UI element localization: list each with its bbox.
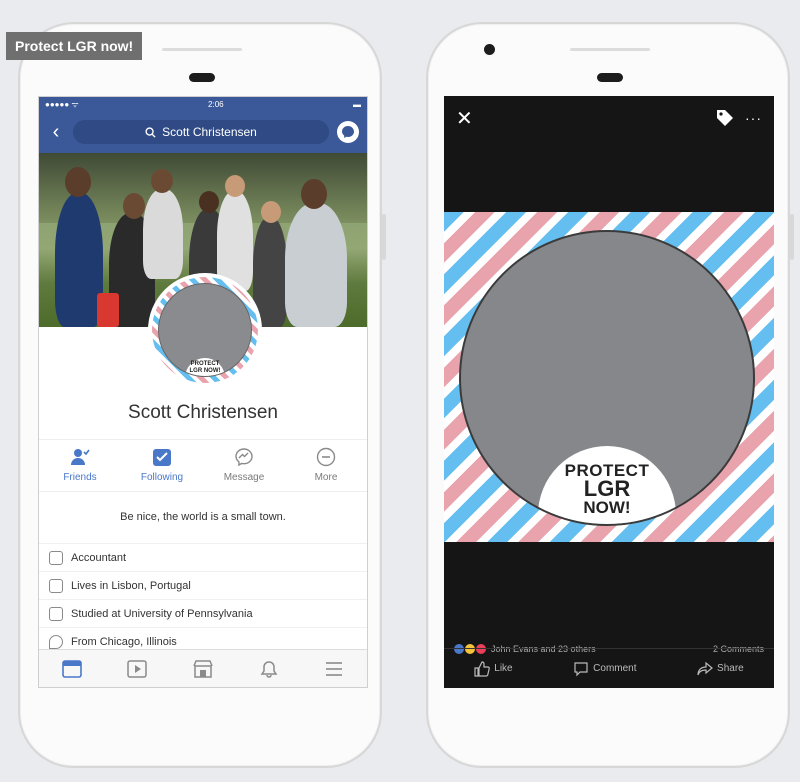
right-phone: ✕ ··· PROTECT LGR NOW! John Evans and 23…: [426, 22, 794, 768]
search-icon: [145, 126, 156, 138]
following-button[interactable]: Following: [127, 446, 197, 483]
cover-person-head: [261, 201, 281, 223]
badge-line-2: LGR: [583, 476, 631, 501]
message-label: Message: [223, 472, 265, 483]
home-icon: [49, 578, 63, 593]
photo-action-bar: Like Comment Share: [444, 648, 774, 688]
friends-icon: [69, 446, 91, 468]
following-icon: [151, 446, 173, 468]
photo-top-bar: ✕ ···: [444, 96, 774, 140]
phone-speaker: [597, 73, 623, 82]
battery-icon: ▬: [352, 99, 361, 109]
phone-side-button: [790, 214, 794, 260]
more-icon: [315, 446, 337, 468]
search-bar[interactable]: Scott Christensen: [73, 120, 329, 144]
phone-camera: [484, 44, 495, 55]
phone-top-line: [570, 48, 650, 51]
close-icon[interactable]: ✕: [456, 106, 473, 131]
cover-red-cooler: [97, 293, 119, 327]
cover-person-head: [151, 169, 173, 193]
more-label: More: [314, 472, 338, 483]
cover-person: [143, 189, 183, 279]
avatar-placeholder: PROTECT LGR NOW!: [158, 283, 252, 377]
cover-person-head: [65, 167, 91, 197]
profile-screen: ●●●●● ᯤ 2:06 ▬ ‹ Scott Christensen PROTE…: [38, 96, 368, 688]
news-feed-icon[interactable]: [61, 659, 83, 678]
protect-lgr-badge: PROTECT LGR NOW!: [538, 446, 676, 524]
info-text: Studied at University of Pennsylvania: [71, 607, 253, 620]
profile-actions: Friends Following Message More: [39, 439, 367, 492]
more-options-icon[interactable]: ···: [745, 110, 762, 126]
like-label: Like: [494, 663, 513, 674]
messenger-icon[interactable]: [337, 121, 359, 143]
status-bar: ●●●●● ᯤ 2:06 ▬: [39, 97, 367, 111]
menu-icon[interactable]: [323, 660, 345, 678]
back-chevron-icon[interactable]: ‹: [47, 121, 65, 144]
profile-name: Scott Christensen: [128, 402, 278, 423]
avatar-striped-frame: PROTECT LGR NOW!: [152, 277, 258, 383]
profile-frame-photo[interactable]: PROTECT LGR NOW!: [444, 212, 774, 542]
cover-person-head: [123, 193, 145, 219]
info-text: Lives in Lisbon, Portugal: [71, 579, 191, 592]
status-time: 2:06: [208, 99, 224, 109]
education-icon: [49, 606, 63, 621]
profile-avatar[interactable]: PROTECT LGR NOW!: [148, 273, 262, 387]
phone-top-line: [162, 48, 242, 51]
photo-placeholder-circle: PROTECT LGR NOW!: [459, 230, 755, 526]
briefcase-icon: [49, 550, 63, 565]
cover-person-head: [225, 175, 245, 197]
info-item-education[interactable]: Studied at University of Pennsylvania: [39, 599, 367, 627]
profile-bio: Be nice, the world is a small town.: [120, 511, 286, 523]
like-icon: [474, 660, 491, 677]
badge-line-3: NOW!: [583, 498, 631, 517]
message-button[interactable]: Message: [209, 446, 279, 483]
comment-label: Comment: [593, 663, 637, 674]
marketplace-icon[interactable]: [192, 659, 214, 678]
photo-viewer-screen: ✕ ··· PROTECT LGR NOW! John Evans and 23…: [444, 96, 774, 688]
share-label: Share: [717, 663, 744, 674]
phone-speaker: [189, 73, 215, 82]
comment-button[interactable]: Comment: [573, 661, 637, 677]
location-icon: [49, 634, 63, 649]
nav-bar: ‹ Scott Christensen: [39, 111, 367, 153]
bottom-tab-bar: [39, 649, 367, 687]
comment-icon: [574, 661, 588, 676]
share-button[interactable]: Share: [697, 661, 744, 677]
phone-side-button: [382, 214, 386, 260]
friends-button[interactable]: Friends: [45, 446, 115, 483]
carrier-signal: ●●●●● ᯤ: [45, 99, 79, 109]
avatar-badge: PROTECT LGR NOW!: [185, 358, 225, 376]
intro-info-list: Accountant Lives in Lisbon, Portugal Stu…: [39, 543, 367, 655]
photo-top-actions: ···: [715, 108, 762, 128]
info-item-work[interactable]: Accountant: [39, 543, 367, 571]
cover-person: [285, 203, 347, 327]
friends-label: Friends: [63, 472, 97, 483]
like-button[interactable]: Like: [474, 660, 513, 677]
cover-person-head: [199, 191, 219, 213]
following-label: Following: [140, 472, 184, 483]
video-icon[interactable]: [126, 659, 148, 678]
overlay-tag: Protect LGR now!: [6, 32, 143, 60]
cover-person-head: [301, 179, 327, 209]
info-text: From Chicago, Illinois: [71, 635, 177, 648]
info-text: Accountant: [71, 551, 127, 564]
tag-icon[interactable]: [715, 108, 735, 128]
left-phone: ●●●●● ᯤ 2:06 ▬ ‹ Scott Christensen PROTE…: [18, 22, 386, 768]
cover-person: [55, 193, 103, 327]
more-button[interactable]: More: [291, 446, 361, 483]
search-text: Scott Christensen: [162, 125, 257, 139]
notifications-icon[interactable]: [258, 660, 280, 678]
share-icon: [697, 661, 713, 675]
info-item-lives[interactable]: Lives in Lisbon, Portugal: [39, 571, 367, 599]
messenger-icon: [233, 446, 255, 468]
